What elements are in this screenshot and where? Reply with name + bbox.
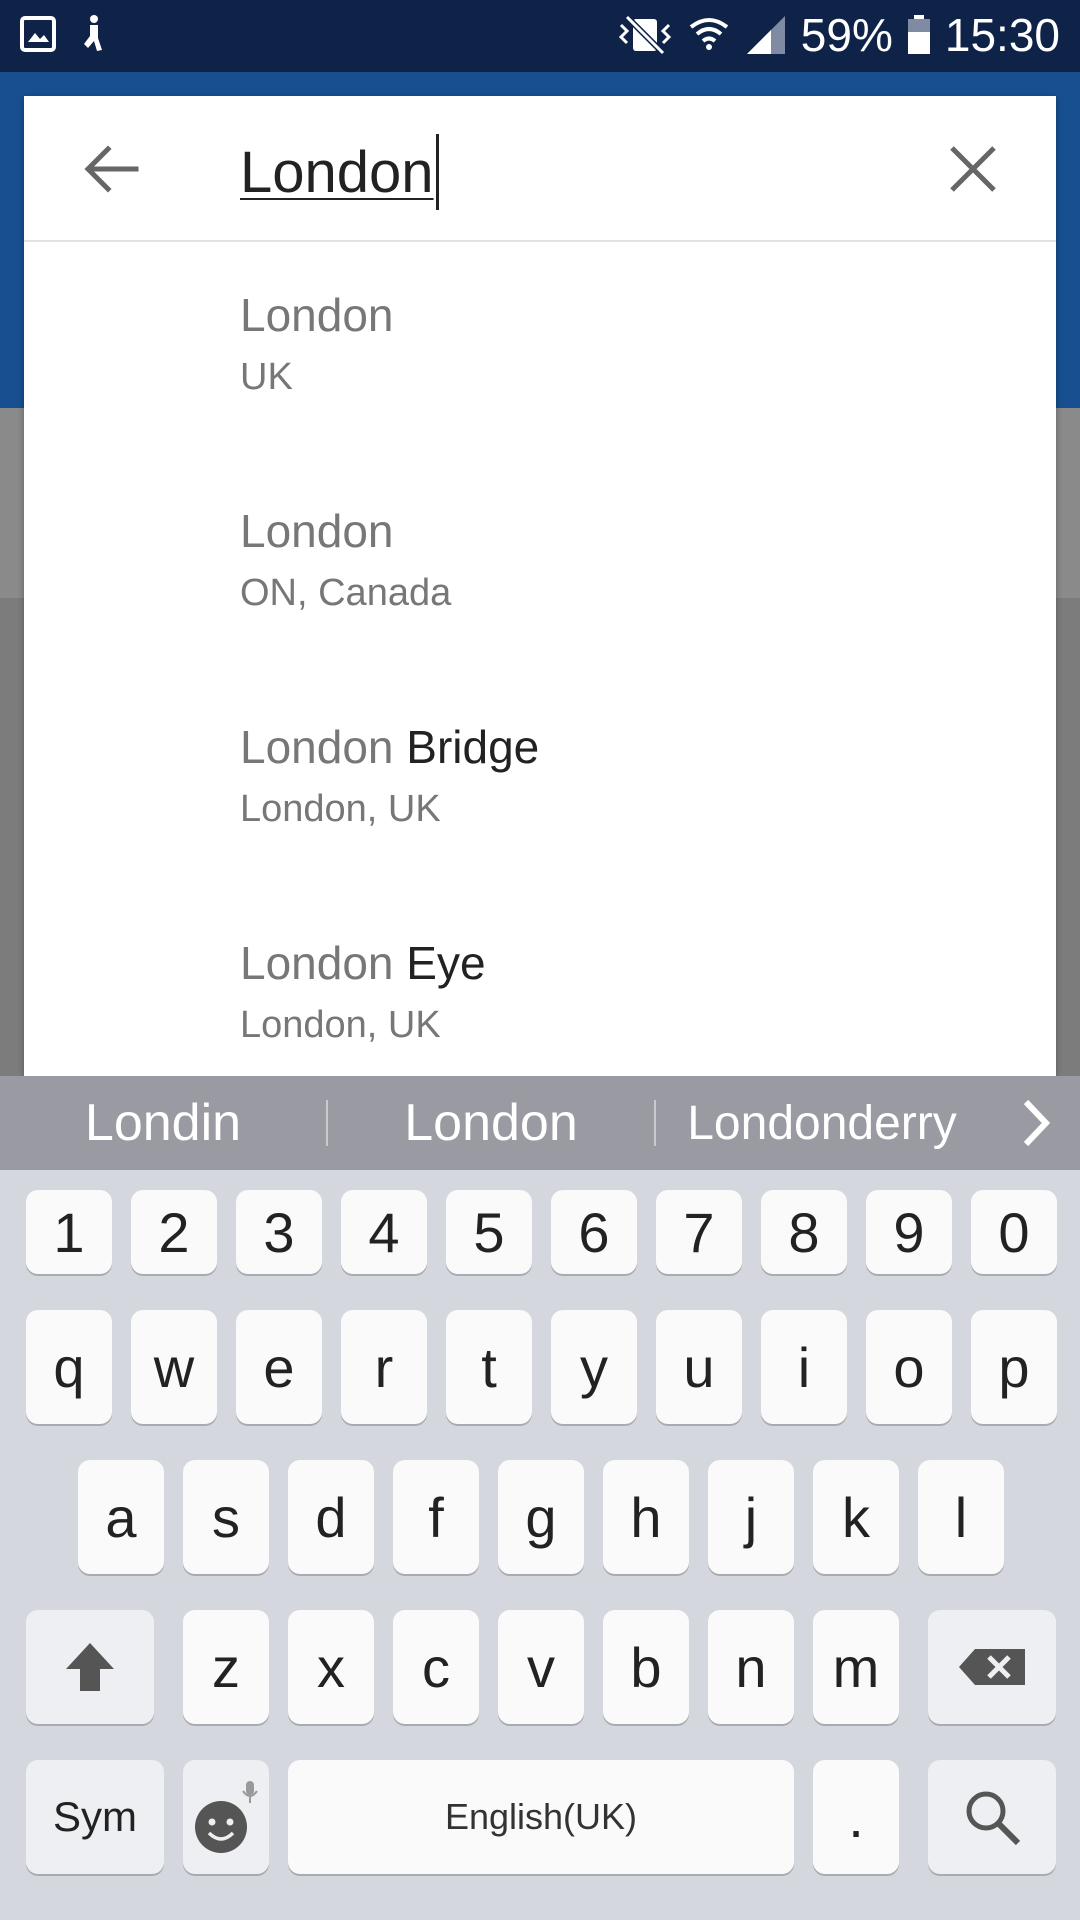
backspace-icon	[959, 1649, 1025, 1685]
suggestion-item[interactable]: London	[328, 1076, 654, 1170]
suggestion-item[interactable]: Londin	[0, 1076, 326, 1170]
search-panel: London London UK London ON, Canada Londo…	[24, 96, 1056, 1076]
result-title: London Bridge	[240, 721, 540, 773]
period-key[interactable]: .	[813, 1760, 899, 1874]
key-4[interactable]: 4	[341, 1190, 427, 1274]
battery-icon	[907, 15, 931, 55]
list-item[interactable]: London UK	[24, 244, 1056, 460]
chevron-right-icon	[1023, 1099, 1051, 1147]
key-b[interactable]: b	[603, 1610, 689, 1724]
key-o[interactable]: o	[866, 1310, 952, 1424]
suggestion-strip: Londin London Londonderry	[0, 1076, 1080, 1170]
result-subtitle: London, UK	[240, 1004, 441, 1046]
backspace-key[interactable]	[928, 1610, 1056, 1724]
result-subtitle: London, UK	[240, 788, 441, 830]
key-p[interactable]: p	[971, 1310, 1057, 1424]
emoji-key[interactable]	[183, 1760, 269, 1874]
key-w[interactable]: w	[131, 1310, 217, 1424]
key-g[interactable]: g	[498, 1460, 584, 1574]
list-item[interactable]: London ON, Canada	[24, 460, 1056, 676]
more-suggestions-button[interactable]	[1010, 1096, 1060, 1150]
list-item[interactable]: London Bridge London, UK	[24, 676, 1056, 892]
space-key[interactable]: English(UK)	[288, 1760, 794, 1874]
key-f[interactable]: f	[393, 1460, 479, 1574]
result-title: London	[240, 289, 394, 341]
list-item[interactable]: London Eye London, UK	[24, 892, 1056, 1076]
key-e[interactable]: e	[236, 1310, 322, 1424]
result-subtitle: UK	[240, 356, 293, 398]
shift-key[interactable]	[26, 1610, 154, 1724]
key-y[interactable]: y	[551, 1310, 637, 1424]
search-query-text: London	[240, 139, 434, 205]
key-u[interactable]: u	[656, 1310, 742, 1424]
key-x[interactable]: x	[288, 1610, 374, 1724]
key-j[interactable]: j	[708, 1460, 794, 1574]
status-bar: 59% 15:30	[0, 0, 1080, 72]
result-subtitle: ON, Canada	[240, 572, 452, 614]
key-0[interactable]: 0	[971, 1190, 1057, 1274]
key-7[interactable]: 7	[656, 1190, 742, 1274]
emoji-icon	[195, 1781, 258, 1853]
shift-icon	[66, 1643, 114, 1691]
close-icon	[950, 146, 996, 192]
wifi-icon	[687, 13, 731, 57]
key-d[interactable]: d	[288, 1460, 374, 1574]
key-c[interactable]: c	[393, 1610, 479, 1724]
key-r[interactable]: r	[341, 1310, 427, 1424]
key-h[interactable]: h	[603, 1460, 689, 1574]
clear-button[interactable]	[944, 140, 1002, 198]
key-3[interactable]: 3	[236, 1190, 322, 1274]
search-icon	[966, 1791, 1021, 1846]
key-n[interactable]: n	[708, 1610, 794, 1724]
search-key[interactable]	[928, 1760, 1056, 1874]
key-6[interactable]: 6	[551, 1190, 637, 1274]
search-input[interactable]: London	[240, 132, 439, 212]
signal-icon	[745, 14, 787, 56]
key-a[interactable]: a	[78, 1460, 164, 1574]
suggestion-item[interactable]: Londonderry	[656, 1076, 988, 1170]
keyboard: 1 2 3 4 5 6 7 8 9 0 q w e r t y u i o p …	[0, 1170, 1080, 1920]
key-9[interactable]: 9	[866, 1190, 952, 1274]
text-cursor	[435, 134, 439, 210]
key-z[interactable]: z	[183, 1610, 269, 1724]
key-l[interactable]: l	[918, 1460, 1004, 1574]
key-t[interactable]: t	[446, 1310, 532, 1424]
back-button[interactable]	[78, 136, 144, 202]
key-8[interactable]: 8	[761, 1190, 847, 1274]
result-title: London	[240, 505, 394, 557]
key-s[interactable]: s	[183, 1460, 269, 1574]
clock: 15:30	[944, 9, 1060, 61]
key-1[interactable]: 1	[26, 1190, 112, 1274]
gallery-icon	[20, 16, 56, 52]
search-header: London	[24, 96, 1056, 242]
vibrate-icon	[617, 13, 673, 57]
results-list: London UK London ON, Canada London Bridg…	[24, 244, 1056, 1076]
key-q[interactable]: q	[26, 1310, 112, 1424]
accessibility-icon	[76, 14, 108, 54]
key-i[interactable]: i	[761, 1310, 847, 1424]
key-v[interactable]: v	[498, 1610, 584, 1724]
arrow-back-icon	[84, 145, 139, 193]
key-5[interactable]: 5	[446, 1190, 532, 1274]
key-2[interactable]: 2	[131, 1190, 217, 1274]
result-title: London Eye	[240, 937, 486, 989]
battery-percent: 59%	[800, 9, 893, 61]
key-m[interactable]: m	[813, 1610, 899, 1724]
sym-key[interactable]: Sym	[26, 1760, 164, 1874]
key-k[interactable]: k	[813, 1460, 899, 1574]
